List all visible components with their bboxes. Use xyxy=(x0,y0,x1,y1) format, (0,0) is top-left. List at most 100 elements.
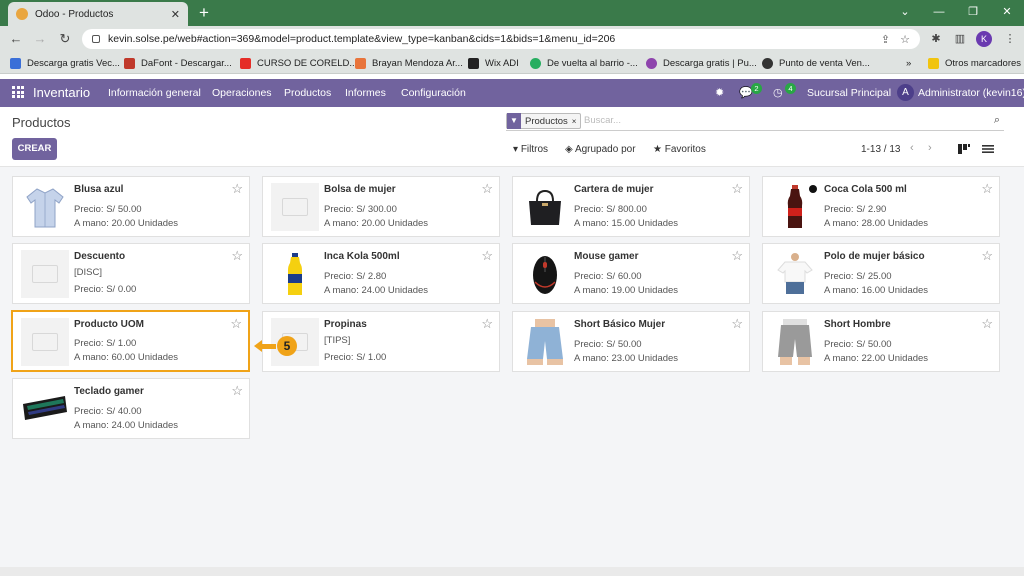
activities-clock-icon[interactable]: ◷ xyxy=(773,86,783,99)
product-card[interactable]: Mouse gamer ☆ Precio: S/ 60.00 A mano: 1… xyxy=(512,243,750,304)
apps-menu-icon[interactable] xyxy=(12,86,24,98)
product-card[interactable]: Teclado gamer ☆ Precio: S/ 40.00 A mano:… xyxy=(12,378,250,439)
minimize-icon[interactable]: — xyxy=(922,0,956,24)
extensions-icon[interactable]: ✱ xyxy=(928,31,944,47)
menu-informes[interactable]: Informes xyxy=(345,87,386,99)
product-card[interactable]: Polo de mujer básico ☆ Precio: S/ 25.00 … xyxy=(762,243,1000,304)
forward-icon[interactable]: → xyxy=(31,30,49,48)
bookmark-star-icon[interactable]: ☆ xyxy=(900,33,910,46)
menu-operaciones[interactable]: Operaciones xyxy=(212,87,272,99)
tab-search-icon[interactable]: ⌄ xyxy=(888,0,922,24)
bookmark-item[interactable]: CURSO DE CORELD... xyxy=(240,56,357,70)
product-card[interactable]: Inca Kola 500ml ☆ Precio: S/ 2.80 A mano… xyxy=(262,243,500,304)
other-bookmarks[interactable]: Otros marcadores xyxy=(928,56,1021,70)
bug-icon[interactable]: ✹ xyxy=(715,86,724,99)
bookmark-favicon-icon xyxy=(124,57,135,69)
group-by-dropdown[interactable]: ◈ Agrupado por xyxy=(565,144,636,155)
favorite-star-icon[interactable]: ☆ xyxy=(231,181,243,197)
favorites-dropdown[interactable]: ★ Favoritos xyxy=(653,144,706,155)
company-switcher[interactable]: Sucursal Principal xyxy=(807,87,891,99)
kanban-view-icon[interactable] xyxy=(957,142,971,156)
browser-tab[interactable]: Odoo - Productos ✕ xyxy=(8,2,188,26)
favorite-star-icon[interactable]: ☆ xyxy=(481,181,493,197)
bookmark-favicon-icon xyxy=(646,57,657,69)
pager-next-icon[interactable]: › xyxy=(928,142,932,154)
facet-remove-icon[interactable]: × xyxy=(572,117,581,126)
product-image xyxy=(521,183,569,231)
favorite-star-icon[interactable]: ☆ xyxy=(731,248,743,264)
play-icon xyxy=(530,57,541,69)
product-card[interactable]: Propinas ☆ [TIPS] Precio: S/ 1.00 xyxy=(262,311,500,372)
bookmark-item[interactable]: Brayan Mendoza Ar... xyxy=(355,56,463,70)
folder-icon xyxy=(928,57,939,69)
favorite-star-icon[interactable]: ☆ xyxy=(981,248,993,264)
app-name[interactable]: Inventario xyxy=(33,85,90,100)
product-image xyxy=(771,250,819,298)
favorite-star-icon[interactable]: ☆ xyxy=(481,248,493,264)
side-panel-icon[interactable]: ▥ xyxy=(952,31,968,47)
share-icon[interactable]: ⇪ xyxy=(881,33,890,46)
pager-previous-icon[interactable]: ‹ xyxy=(910,142,914,154)
product-qty: A mano: 20.00 Unidades xyxy=(324,218,429,229)
product-card[interactable]: Coca Cola 500 ml ☆ Precio: S/ 2.90 A man… xyxy=(762,176,1000,237)
restore-icon[interactable]: ❐ xyxy=(956,0,990,24)
filters-dropdown[interactable]: ▾ Filtros xyxy=(513,144,548,155)
menu-productos[interactable]: Productos xyxy=(284,87,331,99)
search-facet[interactable]: ▼ Productos × xyxy=(506,113,582,129)
product-qty: A mano: 16.00 Unidades xyxy=(824,285,929,296)
product-card[interactable]: Blusa azul ☆ Precio: S/ 50.00 A mano: 20… xyxy=(12,176,250,237)
product-price: Precio: S/ 60.00 xyxy=(574,271,642,282)
search-input[interactable]: Buscar... xyxy=(584,115,621,126)
product-card[interactable]: Short Hombre ☆ Precio: S/ 50.00 A mano: … xyxy=(762,311,1000,372)
close-window-icon[interactable]: ✕ xyxy=(990,0,1024,24)
favorite-star-icon[interactable]: ☆ xyxy=(981,316,993,332)
search-icon[interactable]: ⌕ xyxy=(994,114,1000,127)
bookmark-item[interactable]: Descarga gratis Vec... xyxy=(10,56,120,70)
profile-avatar[interactable]: K xyxy=(976,31,992,47)
product-price: Precio: S/ 0.00 xyxy=(74,284,137,295)
browser-menu-icon[interactable]: ⋮ xyxy=(1002,31,1018,47)
messages-count-badge: 2 xyxy=(751,83,762,94)
odoo-navbar: Inventario Información general Operacion… xyxy=(0,79,1024,107)
tab-close-icon[interactable]: ✕ xyxy=(171,8,180,21)
bookmark-item[interactable]: De vuelta al barrio -... xyxy=(530,56,638,70)
back-icon[interactable]: ← xyxy=(7,30,25,48)
wix-icon xyxy=(468,57,479,69)
create-button[interactable]: CREAR xyxy=(12,138,57,160)
new-tab-button[interactable]: + xyxy=(194,3,214,23)
list-view-icon[interactable] xyxy=(981,142,995,156)
user-menu[interactable]: Administrator (kevin16) xyxy=(918,87,1024,99)
product-price: Precio: S/ 1.00 xyxy=(324,352,387,363)
bookmark-favicon-icon xyxy=(10,57,21,69)
address-bar[interactable]: kevin.solse.pe/web#action=369&model=prod… xyxy=(82,29,920,49)
product-card[interactable]: Cartera de mujer ☆ Precio: S/ 800.00 A m… xyxy=(512,176,750,237)
user-avatar[interactable]: A xyxy=(897,84,914,101)
product-card[interactable]: Short Básico Mujer ☆ Precio: S/ 50.00 A … xyxy=(512,311,750,372)
product-card[interactable]: Bolsa de mujer ☆ Precio: S/ 300.00 A man… xyxy=(262,176,500,237)
bookmark-item[interactable]: Wix ADI xyxy=(468,56,519,70)
bookmarks-overflow-icon[interactable]: » xyxy=(906,56,911,70)
bookmark-favicon-icon xyxy=(762,57,773,69)
brand-dot-icon xyxy=(809,185,817,193)
favorite-star-icon[interactable]: ☆ xyxy=(981,181,993,197)
search-bar[interactable]: ▼ Productos × Buscar... ⌕ xyxy=(506,112,1004,131)
product-card-highlighted[interactable]: Producto UOM ☆ Precio: S/ 1.00 A mano: 6… xyxy=(11,310,250,372)
browser-toolbar: ← → ↻ kevin.solse.pe/web#action=369&mode… xyxy=(0,26,1024,52)
reload-icon[interactable]: ↻ xyxy=(56,30,74,48)
favorite-star-icon[interactable]: ☆ xyxy=(231,383,243,399)
bookmark-item[interactable]: Punto de venta Ven... xyxy=(762,56,870,70)
bookmark-item[interactable]: DaFont - Descargar... xyxy=(124,56,232,70)
favorite-star-icon[interactable]: ☆ xyxy=(231,248,243,264)
arrow-left-icon xyxy=(254,340,262,352)
menu-configuracion[interactable]: Configuración xyxy=(401,87,466,99)
product-card[interactable]: Descuento ☆ [DISC] Precio: S/ 0.00 xyxy=(12,243,250,304)
menu-informacion-general[interactable]: Información general xyxy=(108,87,201,99)
product-price: Precio: S/ 300.00 xyxy=(324,204,397,215)
favorite-star-icon[interactable]: ☆ xyxy=(481,316,493,332)
pager-value[interactable]: 1-13 / 13 xyxy=(861,144,900,155)
product-ref: [DISC] xyxy=(74,267,102,278)
favorite-star-icon[interactable]: ☆ xyxy=(230,316,242,332)
bookmark-item[interactable]: Descarga gratis | Pu... xyxy=(646,56,757,70)
favorite-star-icon[interactable]: ☆ xyxy=(731,316,743,332)
favorite-star-icon[interactable]: ☆ xyxy=(731,181,743,197)
